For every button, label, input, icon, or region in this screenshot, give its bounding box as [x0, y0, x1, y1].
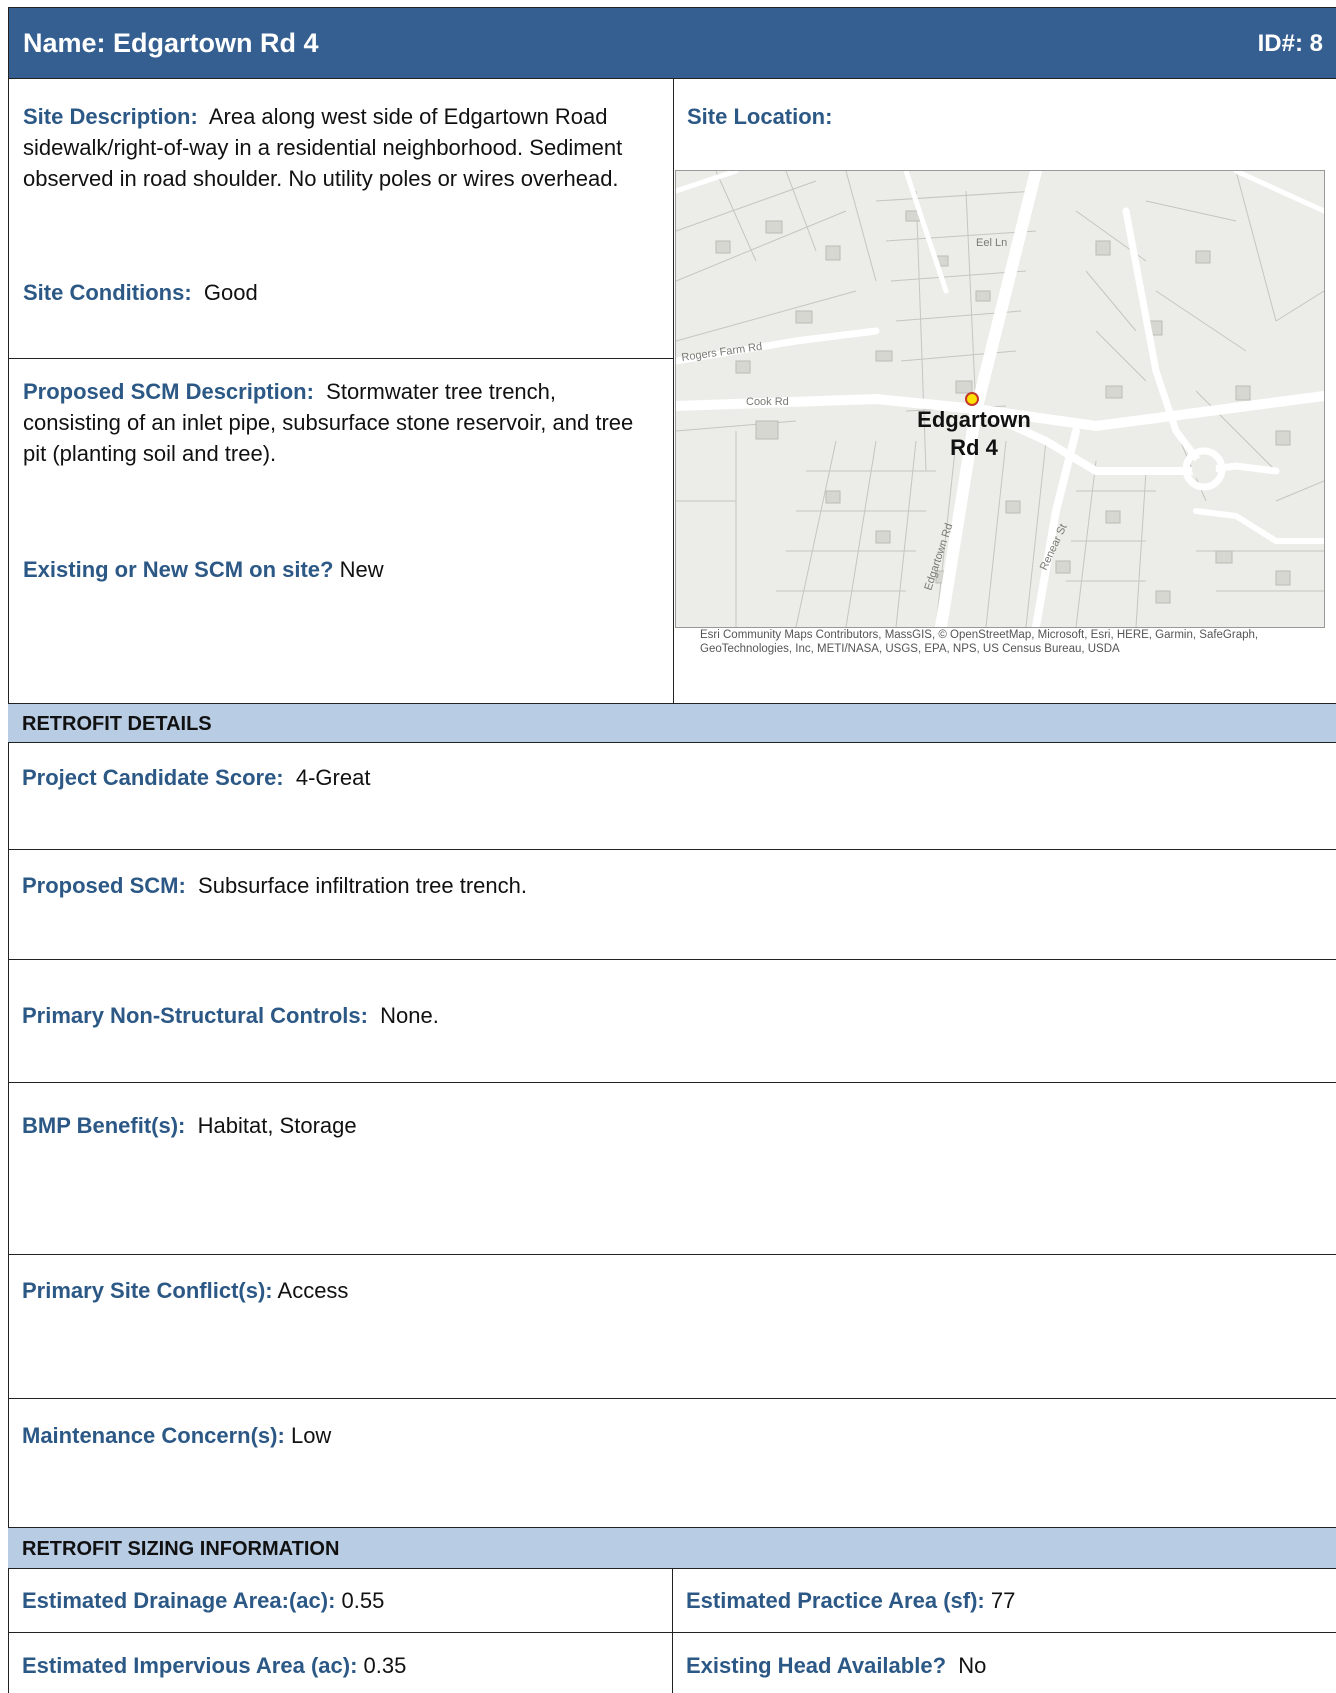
divider: [673, 79, 674, 719]
divider: [8, 959, 1336, 960]
bmp-benefits-text: Habitat, Storage: [197, 1113, 357, 1138]
scm-description: Proposed SCM Description: Stormwater tre…: [9, 366, 673, 479]
non-structural-controls-text: None.: [380, 1003, 439, 1028]
non-structural-controls-label: Primary Non-Structural Controls:: [22, 1003, 368, 1028]
site-conflicts-label: Primary Site Conflict(s):: [22, 1278, 273, 1303]
site-conflicts-text: Access: [277, 1278, 349, 1303]
divider: [672, 1569, 673, 1693]
site-conditions-text: Good: [203, 280, 258, 305]
divider: [8, 849, 1336, 850]
map-attribution: Esri Community Maps Contributors, MassGI…: [700, 629, 1259, 655]
divider: [8, 1082, 1336, 1083]
map-graphic: Eel Ln Rogers Farm Rd Cook Rd Edgartown …: [676, 171, 1324, 627]
bmp-benefits: BMP Benefit(s): Habitat, Storage: [8, 1100, 1336, 1151]
divider: [8, 1254, 1336, 1255]
site-conflicts: Primary Site Conflict(s): Access: [8, 1265, 1336, 1316]
sizing-header: RETROFIT SIZING INFORMATION: [8, 1527, 1336, 1569]
existing-or-new: Existing or New SCM on site? New: [9, 544, 673, 595]
site-conditions: Site Conditions: Good: [9, 267, 673, 318]
candidate-score-text: 4-Great: [295, 765, 371, 790]
retrofit-details-title: RETROFIT DETAILS: [22, 713, 212, 735]
scm-description-label: Proposed SCM Description:: [23, 379, 314, 404]
existing-or-new-label: Existing or New SCM on site?: [23, 557, 334, 582]
retrofit-details-header: RETROFIT DETAILS: [8, 703, 1336, 743]
practice-area-value: 77: [990, 1588, 1016, 1613]
head-available-label: Existing Head Available?: [686, 1653, 947, 1678]
site-description: Site Description: Area along west side o…: [9, 91, 673, 204]
site-description-label: Site Description:: [23, 104, 198, 129]
impervious-area-value: 0.35: [363, 1653, 407, 1678]
drainage-area: Estimated Drainage Area:(ac): 0.55: [8, 1575, 672, 1626]
street-label: Eel Ln: [976, 237, 1007, 249]
sheet-header: Name: Edgartown Rd 4 ID#: 8: [9, 8, 1336, 79]
head-available: Existing Head Available? No: [672, 1640, 1336, 1691]
non-structural-controls: Primary Non-Structural Controls: None.: [8, 990, 1336, 1041]
proposed-scm: Proposed SCM: Subsurface infiltration tr…: [8, 860, 1336, 911]
proposed-scm-label: Proposed SCM:: [22, 873, 186, 898]
maintenance-concerns-label: Maintenance Concern(s):: [22, 1423, 285, 1448]
existing-or-new-text: New: [339, 557, 384, 582]
site-conditions-label: Site Conditions:: [23, 280, 192, 305]
bmp-benefits-label: BMP Benefit(s):: [22, 1113, 186, 1138]
street-label: Cook Rd: [746, 396, 789, 408]
marker-label: Edgartown: [917, 407, 1031, 432]
marker-label: Rd 4: [950, 435, 998, 460]
divider: [8, 1398, 1336, 1399]
sizing-title: RETROFIT SIZING INFORMATION: [22, 1538, 340, 1560]
site-location-label: Site Location:: [687, 104, 833, 129]
candidate-score-label: Project Candidate Score:: [22, 765, 284, 790]
site-name: Name: Edgartown Rd 4: [23, 28, 319, 58]
head-available-value: No: [958, 1653, 987, 1678]
site-id: ID#: 8: [1257, 30, 1323, 57]
drainage-area-value: 0.55: [341, 1588, 385, 1613]
divider: [9, 358, 673, 359]
proposed-scm-text: Subsurface infiltration tree trench.: [198, 873, 527, 898]
site-marker-icon[interactable]: [965, 392, 979, 406]
maintenance-concerns: Maintenance Concern(s): Low: [8, 1410, 1336, 1461]
site-location: Site Location:: [673, 91, 1336, 142]
drainage-area-label: Estimated Drainage Area:(ac):: [22, 1588, 336, 1613]
practice-area-label: Estimated Practice Area (sf):: [686, 1588, 985, 1613]
candidate-score: Project Candidate Score: 4-Great: [8, 752, 1336, 803]
maintenance-concerns-text: Low: [290, 1423, 332, 1448]
impervious-area: Estimated Impervious Area (ac): 0.35: [8, 1640, 672, 1691]
site-map[interactable]: Eel Ln Rogers Farm Rd Cook Rd Edgartown …: [675, 170, 1325, 628]
impervious-area-label: Estimated Impervious Area (ac):: [22, 1653, 358, 1678]
practice-area: Estimated Practice Area (sf): 77: [672, 1575, 1336, 1626]
